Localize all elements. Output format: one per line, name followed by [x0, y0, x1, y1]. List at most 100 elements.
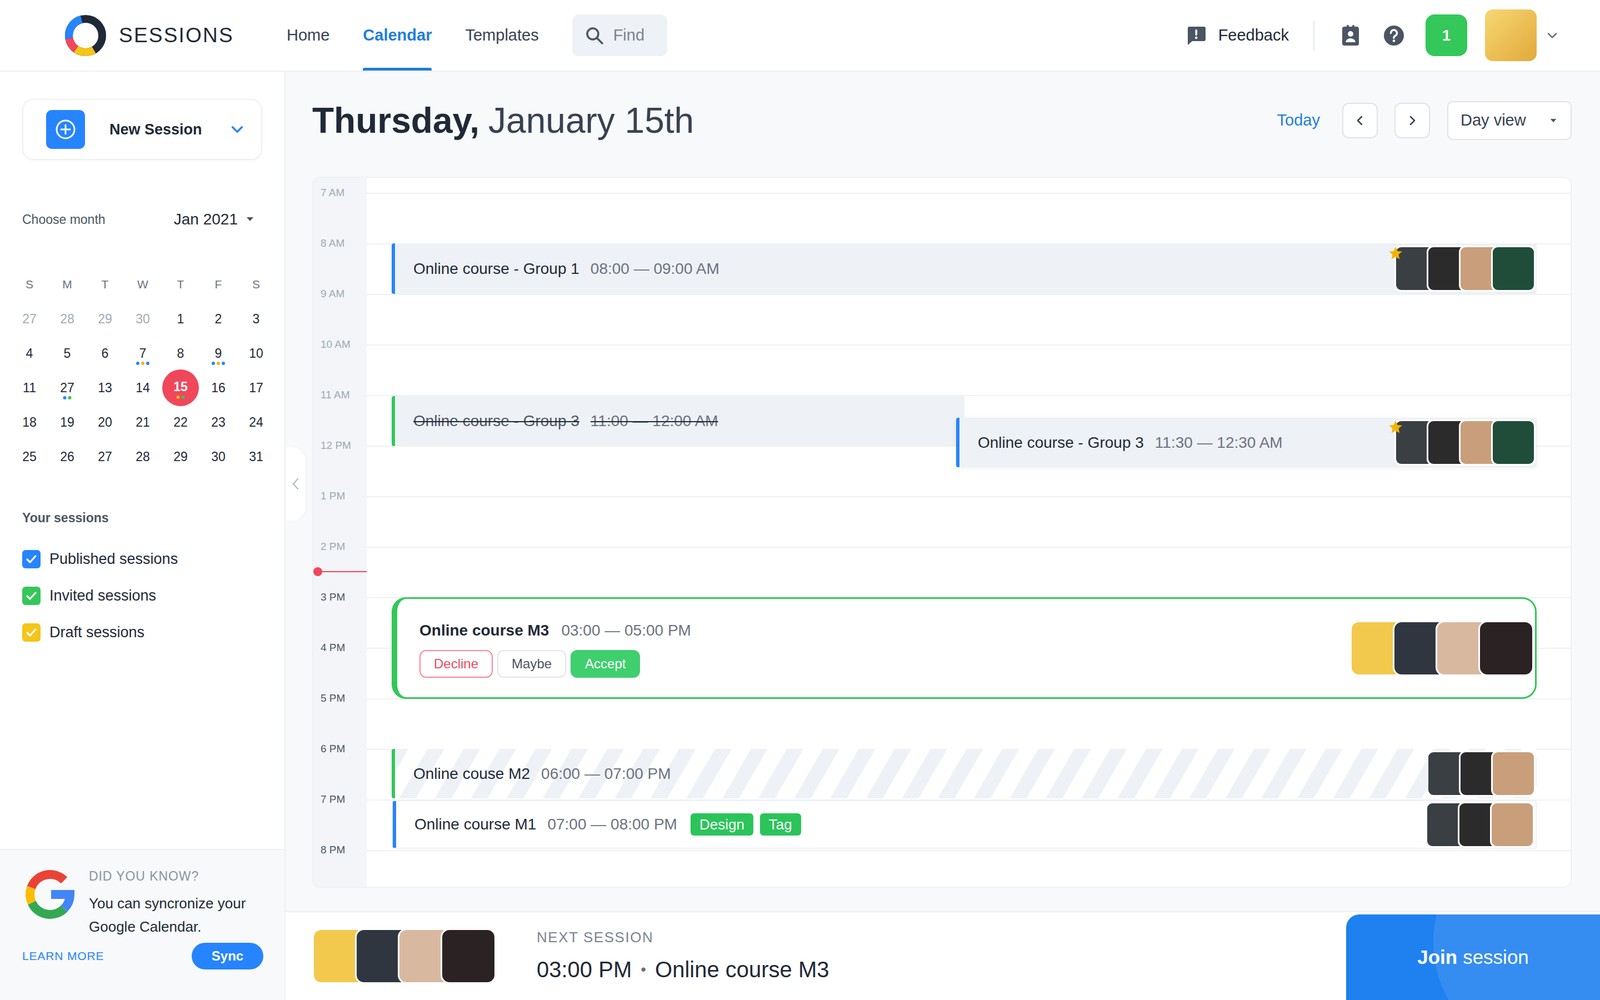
attendee-avatar[interactable] — [1478, 620, 1534, 677]
calendar-day[interactable]: 21 — [123, 405, 162, 440]
attendee-avatar[interactable] — [1490, 801, 1535, 848]
rsvp-button[interactable]: Accept — [570, 650, 640, 678]
event-time: 11:00 — 12:00 AM — [590, 409, 719, 433]
sync-button[interactable]: Sync — [191, 942, 264, 970]
calendar-day[interactable]: 14 — [123, 370, 162, 405]
calendar-day[interactable]: 30 — [123, 301, 162, 337]
chevron-down-icon[interactable] — [227, 120, 247, 139]
user-avatar[interactable] — [1485, 9, 1537, 62]
event-dot — [63, 396, 67, 400]
calendar-day[interactable]: 10 — [237, 336, 275, 371]
feedback-button[interactable]: Feedback — [1185, 23, 1289, 48]
nav-tab[interactable]: Home — [286, 0, 330, 71]
calendar-day[interactable]: 7 — [123, 336, 162, 371]
calendar-day[interactable]: 27 — [86, 439, 124, 474]
calendar-day[interactable]: 6 — [86, 336, 124, 371]
calendar-day-number: 22 — [173, 412, 188, 433]
calendar-day[interactable]: 28 — [123, 439, 162, 474]
hour-label: 11 AM — [320, 388, 350, 402]
calendar-day[interactable]: 30 — [199, 439, 238, 474]
calendar-day[interactable]: 28 — [48, 301, 87, 337]
calendar-event[interactable]: Online course - Group 108:00 — 09:00 AM — [391, 243, 1537, 294]
next-day-button[interactable] — [1394, 102, 1430, 139]
calendar-day[interactable]: 3 — [237, 301, 275, 337]
calendar-day[interactable]: 16 — [199, 370, 238, 405]
calendar-day[interactable]: 29 — [161, 439, 200, 474]
event-time: 08:00 — 09:00 AM — [590, 257, 720, 281]
event-content: Online couse M206:00 — 07:00 PM — [395, 762, 672, 786]
calendar-day[interactable]: 19 — [48, 405, 87, 440]
calendar-day[interactable]: 29 — [86, 301, 124, 337]
logo[interactable]: SESSIONS — [62, 12, 287, 59]
nav-tab[interactable]: Templates — [465, 0, 539, 71]
calendar-day[interactable]: 8 — [161, 336, 200, 371]
calendar-day[interactable]: 24 — [237, 405, 275, 440]
calendar-day-number: 1 — [177, 309, 185, 329]
calendar-day[interactable]: 9 — [199, 336, 238, 371]
calendar-day-number: 20 — [97, 412, 113, 433]
calendar-day[interactable]: 5 — [48, 336, 87, 371]
rsvp-button[interactable]: Maybe — [497, 650, 567, 678]
nav-tab[interactable]: Calendar — [362, 0, 432, 71]
session-filter[interactable]: Published sessions — [0, 541, 285, 578]
calendar-day[interactable]: 22 — [161, 405, 200, 440]
calendar-day[interactable]: 25 — [10, 439, 49, 474]
previous-day-button[interactable] — [1342, 102, 1378, 139]
calendar-event[interactable]: Online course - Group 311:30 — 12:30 AM — [956, 417, 1537, 468]
event-color-bar — [391, 243, 395, 294]
collapse-sidebar-tab[interactable] — [285, 447, 306, 521]
calendar-day[interactable]: 17 — [237, 370, 275, 405]
attendee-avatar[interactable] — [1491, 750, 1536, 797]
view-select[interactable]: Day view — [1447, 101, 1572, 140]
calendar-day[interactable]: 18 — [10, 405, 49, 440]
event-content: Online course M107:00 — 08:00 PMDesignTa… — [396, 812, 802, 837]
learn-more-link[interactable]: LEARN MORE — [22, 947, 104, 965]
calendar-day[interactable]: 31 — [237, 439, 275, 474]
calendar-day[interactable]: 26 — [48, 439, 87, 474]
contacts-icon[interactable] — [1338, 23, 1363, 48]
filter-checkbox[interactable] — [22, 623, 41, 642]
attendee-avatar[interactable] — [1491, 419, 1536, 466]
account-chevron-icon[interactable] — [1544, 27, 1560, 44]
google-logo-icon — [22, 866, 78, 923]
calendar-day[interactable]: 27 — [10, 301, 49, 337]
session-filter-label: Published sessions — [49, 547, 178, 571]
search-input[interactable] — [613, 23, 664, 48]
session-filter[interactable]: Invited sessions — [0, 577, 285, 615]
calendar-day[interactable]: 4 — [10, 336, 49, 371]
help-icon[interactable] — [1382, 23, 1406, 48]
hour-line — [366, 293, 1571, 345]
tip-text-block: DID YOU KNOW? You can syncronize your Go… — [88, 866, 267, 939]
new-session-button[interactable]: New Session — [22, 98, 263, 160]
month-select[interactable]: Jan 2021 — [173, 207, 255, 232]
calendar-day[interactable]: 23 — [199, 405, 238, 440]
calendar-day-number: 8 — [177, 343, 185, 364]
filter-checkbox[interactable] — [22, 550, 41, 569]
notification-badge[interactable]: 1 — [1425, 14, 1468, 57]
calendar-event[interactable]: Online couse M206:00 — 07:00 PM — [391, 748, 1537, 799]
calendar-day[interactable]: 2 — [199, 301, 238, 337]
calendar-day[interactable]: 13 — [86, 370, 124, 405]
hour-label: 7 AM — [320, 186, 345, 199]
calendar-event[interactable]: Online course M303:00 — 05:00 PMDeclineM… — [391, 597, 1537, 699]
search-field[interactable] — [572, 14, 668, 57]
attendee-avatar[interactable] — [440, 928, 497, 984]
rsvp-button[interactable]: Decline — [419, 650, 493, 678]
filter-checkbox[interactable] — [22, 586, 41, 605]
calendar-day[interactable]: 27 — [48, 370, 87, 405]
calendar-day[interactable]: 1 — [161, 301, 200, 337]
caret-down-icon — [1549, 118, 1558, 124]
hour-slot: 5 PM — [313, 698, 367, 749]
today-button[interactable]: Today — [1277, 108, 1320, 133]
calendar-event[interactable]: Online course M107:00 — 08:00 PMDesignTa… — [391, 800, 1537, 849]
tip-title: DID YOU KNOW? — [88, 866, 267, 887]
event-content: Online course - Group 311:30 — 12:30 AM — [959, 431, 1283, 455]
calendar-day-number: 31 — [248, 447, 264, 467]
session-filter[interactable]: Draft sessions — [0, 614, 285, 652]
join-session-button[interactable]: Join session — [1346, 914, 1600, 1000]
calendar-event[interactable]: Online course - Group 311:00 — 12:00 AM — [391, 396, 965, 447]
attendee-avatar[interactable] — [1491, 245, 1536, 292]
calendar-day[interactable]: 15 — [161, 370, 200, 405]
calendar-day[interactable]: 20 — [86, 405, 124, 440]
calendar-day[interactable]: 11 — [10, 370, 49, 405]
